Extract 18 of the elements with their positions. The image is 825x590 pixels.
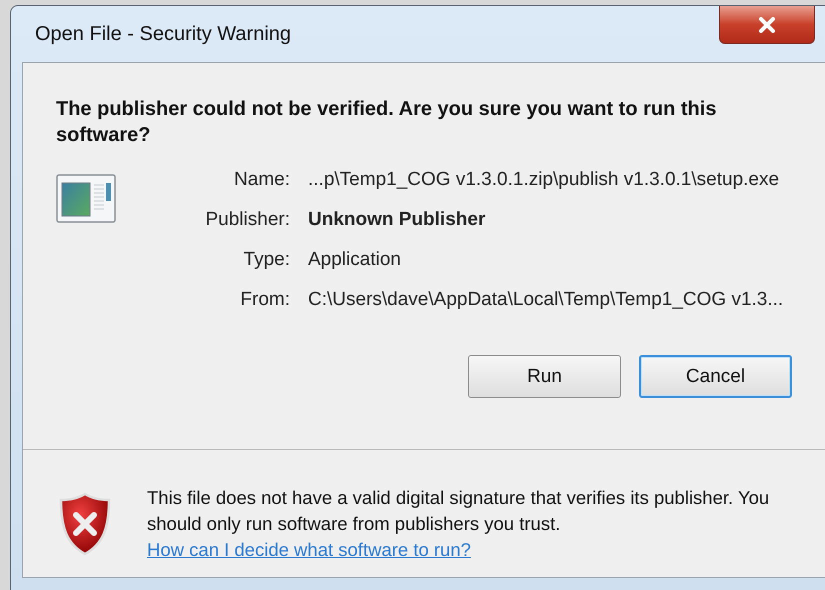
field-value: C:\Users\dave\AppData\Local\Temp\Temp1_COG v1.3... — [308, 288, 784, 312]
application-window-icon — [56, 174, 116, 224]
dialog-button[interactable]: Cancel — [639, 355, 792, 398]
field-label: Type: — [242, 248, 290, 272]
help-link[interactable]: How can I decide what software to run? — [147, 538, 471, 560]
window-title: Open File - Security Warning — [35, 23, 292, 46]
dialog-button[interactable]: Run — [468, 355, 621, 398]
field-label: Name: — [233, 168, 290, 192]
field-value: ...p\Temp1_COG v1.3.0.1.zip\publish v1.3.0.1\setup.exe — [308, 168, 780, 192]
field-label: Publisher: — [204, 208, 290, 232]
field-label: From: — [239, 288, 290, 312]
close-icon — [756, 16, 778, 34]
close-button[interactable] — [719, 6, 815, 44]
warning-message: This file does not have a valid digital signature that verifies its publisher. You should only run software from publishers you trust. — [147, 486, 770, 536]
shield-error-icon — [59, 492, 111, 556]
field-value: Application — [308, 248, 402, 272]
field-value: Unknown Publisher — [308, 208, 486, 232]
warning-heading: The publisher could not be verified. Are you sure you want to run this software? — [56, 97, 718, 148]
